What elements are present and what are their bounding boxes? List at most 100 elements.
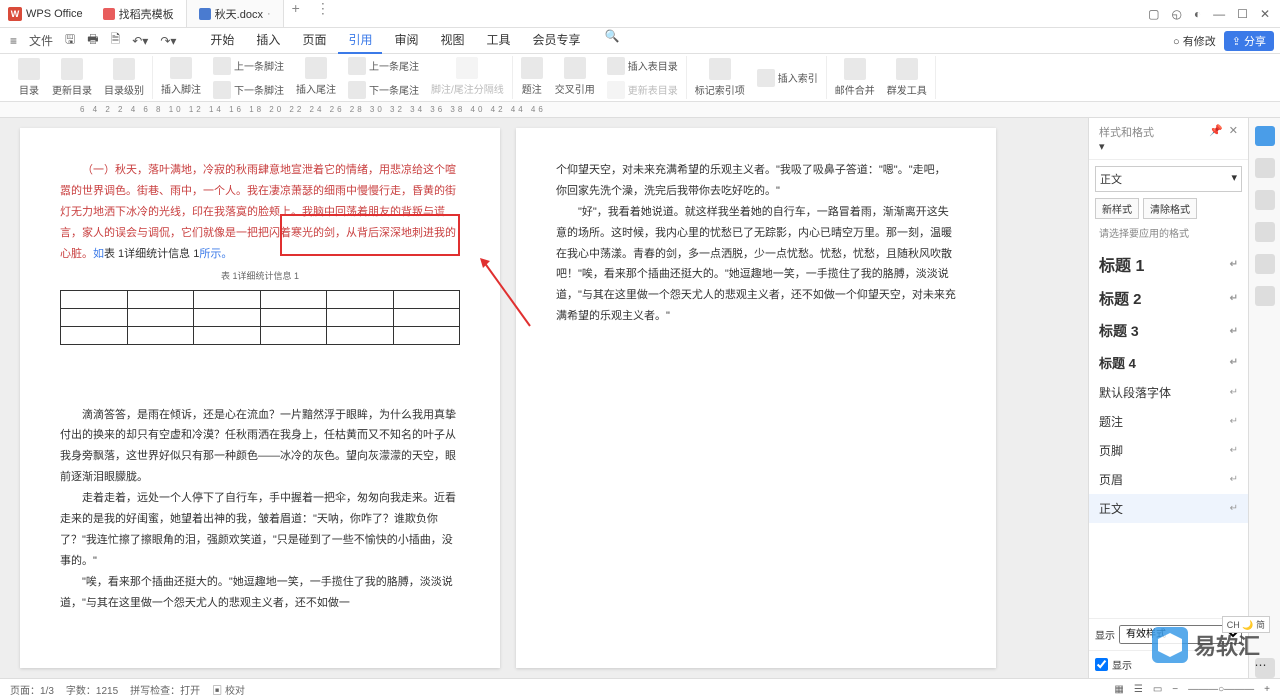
view-outline-icon[interactable]: ☰	[1134, 684, 1143, 695]
watermark-icon	[1152, 627, 1188, 663]
note-separator-button[interactable]: 脚注/尾注分隔线	[427, 55, 508, 101]
crossref-button[interactable]: 交叉引用	[551, 55, 599, 101]
right-rail: ⋯	[1248, 118, 1280, 678]
style-item-正文[interactable]: 正文↵	[1089, 494, 1248, 523]
prev-endnote-button[interactable]: 上一条尾注	[344, 55, 423, 77]
tab-start[interactable]: 开始	[200, 27, 244, 54]
menu-toggle[interactable]: ≡	[6, 32, 21, 50]
paragraph-3a[interactable]: 走着走着，远处一个人停下了自行车，手中握着一把伞，匆匆向我走来。近看走来的是我的…	[60, 488, 460, 572]
pin-icon[interactable]: 📌	[1209, 124, 1223, 153]
maximize-button[interactable]: ☐	[1237, 7, 1248, 21]
status-proof[interactable]: ▣ 校对	[212, 682, 245, 697]
insert-index-button[interactable]: 插入索引	[753, 56, 822, 99]
minimize-button[interactable]: —	[1213, 7, 1225, 21]
view-web-icon[interactable]: ▭	[1153, 684, 1162, 695]
show-check-label: 显示	[1112, 657, 1132, 672]
undo-icon[interactable]: ↶▾	[128, 32, 152, 50]
ribbon-tabs: 开始 插入 页面 引用 审阅 视图 工具 会员专享 🔍	[200, 27, 623, 54]
share-button[interactable]: ⇪ 分享	[1224, 31, 1274, 51]
save-icon[interactable]: 🖫	[61, 28, 79, 53]
new-style-button[interactable]: 新样式	[1095, 198, 1139, 219]
avatar-icon[interactable]: ◐	[1194, 7, 1201, 21]
caption-button[interactable]: 题注	[517, 55, 547, 101]
status-words[interactable]: 字数：1215	[66, 682, 118, 697]
search-icon[interactable]: 🔍	[601, 27, 624, 54]
style-item-标题 1[interactable]: 标题 1↵	[1089, 246, 1248, 282]
current-style-select[interactable]: 正文▾	[1095, 166, 1242, 192]
word-icon	[199, 8, 211, 20]
tab-review[interactable]: 审阅	[384, 27, 428, 54]
update-figtable-button[interactable]: 更新表目录	[603, 79, 682, 101]
rail-settings-icon[interactable]	[1255, 286, 1275, 306]
style-list: 标题 1↵标题 2↵标题 3↵标题 4↵默认段落字体↵题注↵页脚↵页眉↵正文↵	[1089, 246, 1248, 618]
status-spell[interactable]: 拼写检查：打开	[130, 682, 200, 697]
view-layout-icon[interactable]: ▦	[1114, 684, 1123, 695]
style-item-题注[interactable]: 题注↵	[1089, 407, 1248, 436]
appbox-icon[interactable]: ▢	[1148, 7, 1159, 21]
close-button[interactable]: ✕	[1260, 7, 1270, 21]
insert-endnote-button[interactable]: 插入尾注	[292, 55, 340, 101]
zoom-in-icon[interactable]: +	[1264, 684, 1270, 695]
next-endnote-button[interactable]: 下一条尾注	[344, 79, 423, 101]
changes-indicator: ○ 有修改	[1173, 33, 1216, 49]
close-panel-icon[interactable]: ✕	[1229, 124, 1238, 153]
clear-format-button[interactable]: 清除格式	[1143, 198, 1197, 219]
tab-document[interactable]: 秋天.docx ·	[187, 0, 284, 27]
rail-toolbox-icon[interactable]	[1255, 254, 1275, 274]
style-item-页眉[interactable]: 页眉↵	[1089, 465, 1248, 494]
next-footnote-button[interactable]: 下一条脚注	[209, 79, 288, 101]
paragraph-4b[interactable]: "好"，我看着她说道。就这样我坐着她的自行车，一路冒着雨，渐渐离开这失意的场所。…	[556, 202, 956, 327]
print-icon[interactable]: 🖶	[83, 28, 102, 53]
rail-pen-icon[interactable]	[1255, 126, 1275, 146]
file-menu[interactable]: 文件	[25, 30, 57, 51]
new-tab-button[interactable]: +	[284, 0, 308, 27]
rail-shape-icon[interactable]	[1255, 190, 1275, 210]
preview-icon[interactable]: 🗎	[107, 28, 125, 53]
status-page[interactable]: 页面：1/3	[10, 682, 54, 697]
style-item-标题 3[interactable]: 标题 3↵	[1089, 315, 1248, 347]
paragraph-3b[interactable]: "唉，看来那个插曲还挺大的。"她逗趣地一笑，一手揽住了我的胳膊，淡淡说道，"与其…	[60, 572, 460, 614]
style-item-标题 4[interactable]: 标题 4↵	[1089, 347, 1248, 378]
show-checkbox[interactable]	[1095, 658, 1108, 671]
paragraph-4a[interactable]: 个仰望天空，对未来充满希望的乐观主义者。"我吸了吸鼻子答道："嗯"。"走吧，你回…	[556, 160, 956, 202]
watermark: 易软汇	[1152, 627, 1260, 663]
tab-reference[interactable]: 引用	[338, 27, 382, 54]
toc-button[interactable]: 目录	[14, 56, 44, 99]
document-area[interactable]: （一）秋天，落叶满地，冷寂的秋雨肆意地宣泄着它的情绪，用悲凉给这个喧嚣的世界调色…	[0, 118, 1088, 678]
style-item-页脚[interactable]: 页脚↵	[1089, 436, 1248, 465]
paragraph-2[interactable]: 滴滴答答，是雨在倾诉，还是心在流血？一片黯然浮于眼眸，为什么我用真挚付出的换来的…	[60, 405, 460, 489]
tab-menu-button[interactable]: ⋮	[308, 0, 338, 27]
status-bar: 页面：1/3 字数：1215 拼写检查：打开 ▣ 校对 ▦ ☰ ▭ − ———○…	[0, 678, 1280, 700]
redo-icon[interactable]: ↷▾	[156, 32, 180, 50]
tab-member[interactable]: 会员专享	[523, 27, 591, 54]
zoom-out-icon[interactable]: −	[1172, 684, 1178, 695]
show-label: 显示	[1095, 627, 1115, 642]
mailmerge-button[interactable]: 邮件合并	[831, 56, 879, 99]
tab-page[interactable]: 页面	[292, 27, 336, 54]
table-1[interactable]	[60, 290, 460, 345]
tab-templates[interactable]: 找稻壳模板	[91, 0, 187, 27]
rail-select-icon[interactable]	[1255, 158, 1275, 178]
zoom-slider[interactable]: ———○———	[1188, 684, 1254, 695]
page-1[interactable]: （一）秋天，落叶满地，冷寂的秋雨肆意地宣泄着它的情绪，用悲凉给这个喧嚣的世界调色…	[20, 128, 500, 668]
rail-page-icon[interactable]	[1255, 222, 1275, 242]
toc-level-button[interactable]: 目录级别	[100, 56, 148, 99]
tab-insert[interactable]: 插入	[246, 27, 290, 54]
tab-view[interactable]: 视图	[430, 27, 474, 54]
style-item-标题 2[interactable]: 标题 2↵	[1089, 282, 1248, 315]
update-toc-button[interactable]: 更新目录	[48, 56, 96, 99]
table-caption[interactable]: 表 1详细统计信息 1	[60, 268, 460, 285]
sync-icon[interactable]: ◵	[1171, 7, 1181, 21]
prev-footnote-button[interactable]: 上一条脚注	[209, 55, 288, 77]
tab-tools[interactable]: 工具	[477, 27, 521, 54]
paragraph-red[interactable]: （一）秋天，落叶满地，冷寂的秋雨肆意地宣泄着它的情绪，用悲凉给这个喧嚣的世界调色…	[60, 160, 460, 264]
page-2[interactable]: 个仰望天空，对未来充满希望的乐观主义者。"我吸了吸鼻子答道："嗯"。"走吧，你回…	[516, 128, 996, 668]
styles-panel: 样式和格式 ▾ 📌✕ 正文▾ 新样式 清除格式 请选择要应用的格式 标题 1↵标…	[1088, 118, 1248, 678]
insert-figtable-button[interactable]: 插入表目录	[603, 55, 682, 77]
mark-index-button[interactable]: 标记索引项	[691, 56, 749, 99]
mass-tools-button[interactable]: 群发工具	[883, 56, 931, 99]
style-item-默认段落字体[interactable]: 默认段落字体↵	[1089, 378, 1248, 407]
app-logo: W WPS Office	[0, 7, 91, 21]
ribbon-toolbar: 目录 更新目录 目录级别 插入脚注 上一条脚注 下一条脚注 插入尾注 上一条尾注…	[0, 54, 1280, 102]
insert-footnote-button[interactable]: 插入脚注	[157, 55, 205, 101]
